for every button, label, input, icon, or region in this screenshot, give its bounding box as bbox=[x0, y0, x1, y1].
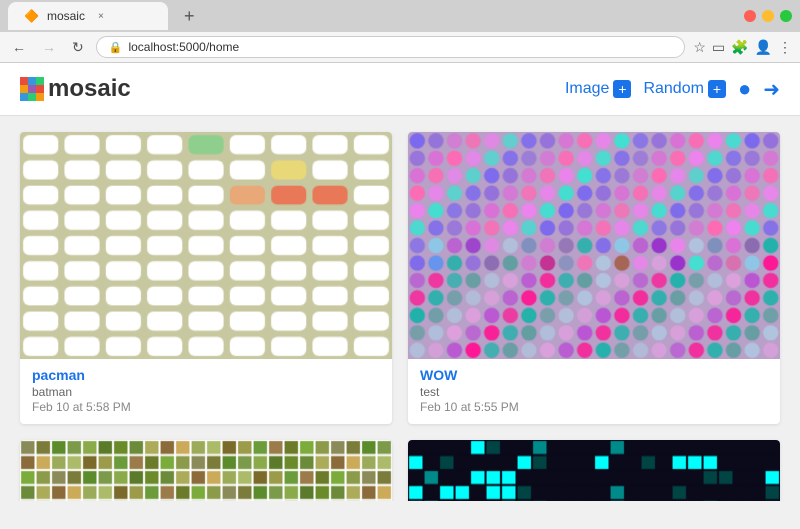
back-button[interactable]: ← bbox=[8, 37, 30, 57]
address-bar-row: ← → ↻ 🔒 localhost:5000/home ☆ ▭ 🧩 👤 ⋮ bbox=[0, 32, 800, 63]
mosaic-card-pacman[interactable]: pacman batman Feb 10 at 5:58 PM bbox=[20, 132, 392, 424]
menu-button[interactable]: ⋮ bbox=[778, 39, 792, 56]
main-content: pacman batman Feb 10 at 5:58 PM WOW test… bbox=[0, 116, 800, 501]
title-bar: 🔶 mosaic × + bbox=[0, 0, 800, 32]
mosaic-info-wow: WOW test Feb 10 at 5:55 PM bbox=[408, 359, 780, 424]
logo-icon bbox=[20, 77, 44, 101]
mosaic-date-wow: Feb 10 at 5:55 PM bbox=[420, 400, 768, 414]
toolbar-icons: ☆ ▭ 🧩 👤 ⋮ bbox=[693, 39, 792, 56]
image-label: Image bbox=[565, 80, 609, 98]
forward-button[interactable]: → bbox=[38, 37, 60, 57]
user-profile-button[interactable]: ● bbox=[738, 76, 751, 102]
url-text: localhost:5000/home bbox=[128, 40, 239, 54]
browser-chrome: 🔶 mosaic × + ← → ↻ 🔒 localhost:5000/home… bbox=[0, 0, 800, 63]
mosaic-card-dark[interactable] bbox=[408, 440, 780, 501]
mosaic-date-pacman: Feb 10 at 5:58 PM bbox=[32, 400, 380, 414]
mosaic-card-wow[interactable]: WOW test Feb 10 at 5:55 PM bbox=[408, 132, 780, 424]
profile-button[interactable]: 👤 bbox=[755, 39, 772, 56]
mosaic-canvas-pacman bbox=[20, 132, 392, 359]
mosaic-card-green[interactable] bbox=[20, 440, 392, 501]
mosaic-info-pacman: pacman batman Feb 10 at 5:58 PM bbox=[20, 359, 392, 424]
logout-button[interactable]: ➜ bbox=[763, 77, 780, 102]
mosaic-canvas-green bbox=[20, 440, 392, 501]
mosaic-canvas-wow bbox=[408, 132, 780, 359]
image-plus-icon: + bbox=[613, 80, 631, 98]
random-label: Random bbox=[643, 80, 703, 98]
star-button[interactable]: ☆ bbox=[693, 39, 706, 56]
random-button[interactable]: Random + bbox=[643, 80, 725, 98]
random-plus-icon: + bbox=[708, 80, 726, 98]
mosaic-author-wow: test bbox=[420, 385, 768, 399]
window-close-button[interactable] bbox=[744, 10, 756, 22]
new-tab-button[interactable]: + bbox=[176, 2, 203, 31]
header-actions: Image + Random + ● ➜ bbox=[565, 76, 780, 102]
app-logo[interactable]: mosaic bbox=[20, 75, 131, 103]
mosaic-title-wow[interactable]: WOW bbox=[420, 367, 768, 383]
extensions-button[interactable]: 🧩 bbox=[731, 39, 748, 56]
tab-title: mosaic bbox=[47, 9, 85, 23]
window-minimize-button[interactable] bbox=[762, 10, 774, 22]
cast-button[interactable]: ▭ bbox=[712, 39, 725, 56]
image-button[interactable]: Image + bbox=[565, 80, 631, 98]
logo-text: mosaic bbox=[48, 75, 131, 103]
address-bar[interactable]: 🔒 localhost:5000/home bbox=[96, 36, 686, 58]
active-tab[interactable]: 🔶 mosaic × bbox=[8, 2, 168, 30]
app-header: mosaic Image + Random + ● ➜ bbox=[0, 63, 800, 116]
tab-favicon: 🔶 bbox=[24, 9, 39, 23]
reload-button[interactable]: ↻ bbox=[68, 37, 88, 58]
window-maximize-button[interactable] bbox=[780, 10, 792, 22]
mosaic-title-pacman[interactable]: pacman bbox=[32, 367, 380, 383]
window-controls bbox=[744, 10, 792, 22]
mosaic-canvas-dark bbox=[408, 440, 780, 501]
mosaic-author-pacman: batman bbox=[32, 385, 380, 399]
close-tab-button[interactable]: × bbox=[93, 8, 109, 24]
mosaic-grid: pacman batman Feb 10 at 5:58 PM WOW test… bbox=[20, 132, 780, 501]
